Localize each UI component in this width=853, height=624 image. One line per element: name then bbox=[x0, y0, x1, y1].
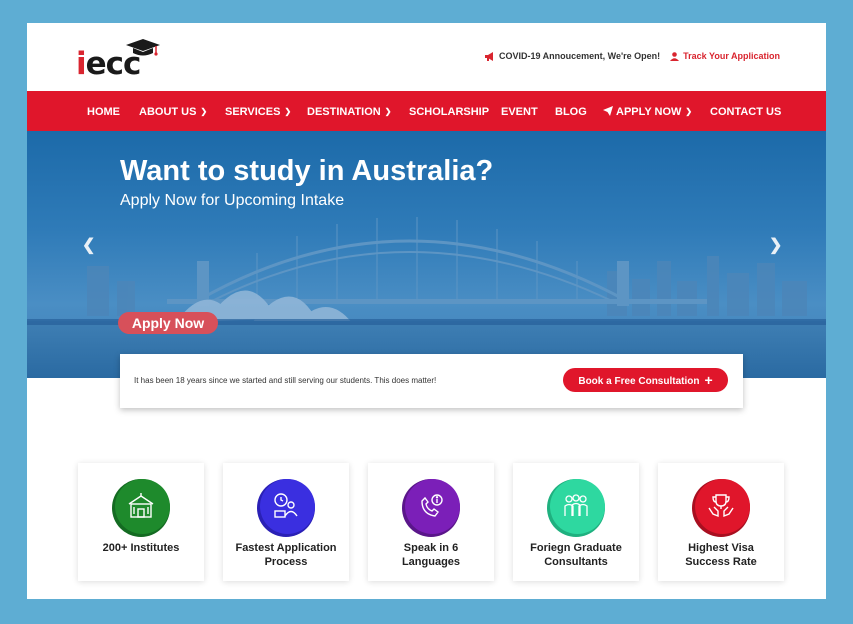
feature-card-application: Fastest Application Process bbox=[223, 463, 349, 581]
chevron-down-icon: ❯ bbox=[685, 107, 693, 116]
feature-label-line1: Highest Visa bbox=[688, 542, 754, 554]
user-icon bbox=[670, 51, 680, 61]
nav-destination[interactable]: DESTINATION ❯ bbox=[307, 91, 391, 131]
main-nav: HOME ABOUT US ❯ SERVICES ❯ DESTINATION ❯ SC… bbox=[27, 91, 826, 131]
nav-home[interactable]: HOME bbox=[87, 91, 120, 131]
nav-apply-now-label: APPLY NOW bbox=[616, 106, 682, 118]
book-consultation-button[interactable]: Book a Free Consultation + bbox=[563, 368, 728, 392]
feature-label-line1: Foriegn Graduate bbox=[530, 542, 622, 554]
page-frame: iecc COVID-19 Annoucement, We're Open! T… bbox=[27, 23, 826, 599]
hero-subtitle: Apply Now for Upcoming Intake bbox=[120, 192, 345, 209]
apply-now-button[interactable]: Apply Now bbox=[118, 312, 218, 334]
feature-label-line2: Process bbox=[264, 556, 308, 568]
feature-label: Speak in 6 Languages bbox=[368, 541, 494, 569]
institution-icon bbox=[128, 493, 154, 518]
info-text: It has been 18 years since we started an… bbox=[134, 376, 437, 385]
feature-card-visa: Highest Visa Success Rate bbox=[658, 463, 784, 581]
nav-home-label: HOME bbox=[87, 106, 120, 118]
chevron-down-icon: ❯ bbox=[384, 107, 392, 116]
covid-announcement-link[interactable]: COVID-19 Annoucement, We're Open! bbox=[484, 51, 661, 61]
megaphone-icon bbox=[484, 51, 493, 61]
phone-info-icon bbox=[421, 494, 443, 517]
iecc-logo[interactable]: iecc bbox=[76, 39, 166, 80]
graduates-icon bbox=[564, 494, 588, 516]
nav-about-us[interactable]: ABOUT US ❯ bbox=[139, 91, 207, 131]
feature-card-consultants: Foriegn Graduate Consultants bbox=[513, 463, 639, 581]
chevron-down-icon: ❯ bbox=[200, 107, 208, 116]
feature-icon-circle bbox=[547, 479, 605, 537]
feature-label-line1: Fastest Application bbox=[235, 542, 337, 554]
nav-scholarship[interactable]: SCHOLARSHIP bbox=[409, 91, 489, 131]
feature-icon-circle bbox=[112, 479, 170, 537]
info-bar: It has been 18 years since we started an… bbox=[120, 354, 743, 408]
feature-label: Fastest Application Process bbox=[223, 541, 349, 569]
announcement-text: COVID-19 Annoucement, We're Open! bbox=[498, 51, 661, 61]
nav-contact-us[interactable]: CONTACT US bbox=[710, 91, 781, 131]
nav-apply-now[interactable]: APPLY NOW ❯ bbox=[603, 91, 692, 131]
nav-contact-us-label: CONTACT US bbox=[710, 106, 782, 118]
site-header: iecc COVID-19 Annoucement, We're Open! T… bbox=[27, 23, 826, 91]
feature-card-institutes: 200+ Institutes bbox=[78, 463, 204, 581]
top-links: COVID-19 Annoucement, We're Open! Track … bbox=[484, 51, 780, 61]
nav-event[interactable]: EVENT bbox=[501, 91, 538, 131]
fast-process-icon bbox=[274, 493, 298, 518]
track-application-link[interactable]: Track Your Application bbox=[670, 51, 780, 61]
feature-icon-circle bbox=[257, 479, 315, 537]
feature-label-line2: Consultants bbox=[544, 556, 608, 568]
book-consultation-label: Book a Free Consultation bbox=[578, 376, 700, 387]
nav-blog[interactable]: BLOG bbox=[555, 91, 587, 131]
feature-label: Foriegn Graduate Consultants bbox=[513, 541, 639, 569]
chevron-left-icon[interactable]: ❮ bbox=[82, 235, 95, 255]
nav-event-label: EVENT bbox=[501, 106, 538, 118]
feature-card-languages: Speak in 6 Languages bbox=[368, 463, 494, 581]
feature-icon-circle bbox=[402, 479, 460, 537]
chevron-right-icon[interactable]: ❯ bbox=[769, 235, 782, 255]
nav-blog-label: BLOG bbox=[555, 106, 587, 118]
nav-services[interactable]: SERVICES ❯ bbox=[225, 91, 291, 131]
paper-plane-icon bbox=[603, 106, 613, 116]
hero-title: Want to study in Australia? bbox=[120, 155, 494, 187]
nav-scholarship-label: SCHOLARSHIP bbox=[409, 106, 490, 118]
chevron-down-icon: ❯ bbox=[284, 107, 292, 116]
trophy-hands-icon bbox=[708, 494, 734, 518]
nav-services-label: SERVICES bbox=[225, 106, 281, 118]
feature-label-line1: Speak in 6 bbox=[403, 542, 459, 554]
track-text: Track Your Application bbox=[683, 51, 780, 61]
nav-about-us-label: ABOUT US bbox=[139, 106, 197, 118]
graduation-cap-icon bbox=[126, 39, 160, 56]
feature-label: Highest Visa Success Rate bbox=[658, 541, 784, 569]
feature-label: 200+ Institutes bbox=[78, 541, 204, 555]
feature-label-line1: 200+ Institutes bbox=[102, 542, 180, 554]
feature-label-line2: Languages bbox=[401, 556, 461, 568]
feature-icon-circle bbox=[692, 479, 750, 537]
plus-icon: + bbox=[704, 372, 713, 388]
nav-destination-label: DESTINATION bbox=[307, 106, 381, 118]
hero-slider: Want to study in Australia? Apply Now fo… bbox=[27, 131, 826, 378]
feature-label-line2: Success Rate bbox=[685, 556, 757, 568]
